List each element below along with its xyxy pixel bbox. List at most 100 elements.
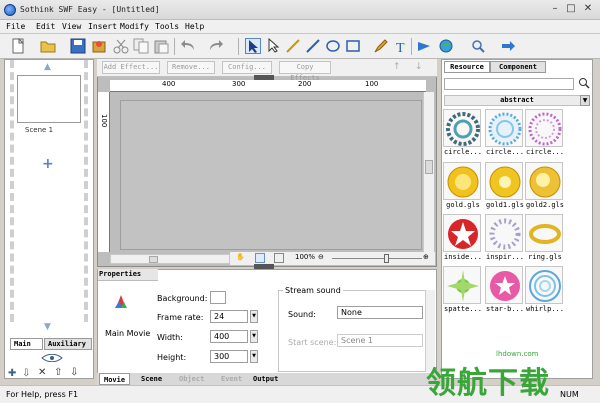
resource-item[interactable]: gold1.gls	[485, 162, 525, 214]
resource-item[interactable]: gold.gls	[443, 162, 483, 214]
show-all-icon[interactable]	[274, 253, 284, 263]
zoom-slider-thumb[interactable]	[384, 254, 389, 263]
resource-item[interactable]: inspir...	[485, 214, 525, 266]
scene-thumbnail[interactable]	[17, 75, 81, 123]
width-input[interactable]: 400	[210, 330, 248, 343]
height-input[interactable]: 300	[210, 350, 248, 363]
resource-item[interactable]: gold2.gls	[525, 162, 565, 214]
globe-icon[interactable]	[438, 38, 454, 54]
menu-modify[interactable]: Modify	[120, 22, 149, 31]
redo-icon[interactable]	[208, 38, 224, 54]
scroll-down-icon[interactable]: ▼	[44, 322, 51, 332]
menu-insert[interactable]: Insert	[88, 22, 117, 31]
framerate-input[interactable]: 24	[210, 310, 248, 323]
menu-help[interactable]: Help	[185, 22, 204, 31]
resource-label: star-b...	[486, 305, 524, 313]
publish-icon[interactable]	[91, 38, 107, 54]
vertical-scrollbar[interactable]	[423, 92, 434, 254]
maximize-button[interactable]: □	[564, 3, 578, 16]
menu-tools[interactable]: Tools	[155, 22, 179, 31]
horizontal-ruler: 400 300 200 100	[110, 80, 426, 92]
config-button[interactable]: Config...	[222, 61, 272, 74]
search-input[interactable]	[444, 78, 574, 90]
move-down-icon[interactable]: ⇩	[70, 367, 78, 378]
stage[interactable]	[120, 100, 422, 250]
tab-component[interactable]: Component	[490, 61, 546, 73]
framerate-spinner[interactable]: ▼	[250, 310, 258, 323]
gold-resource-icon	[485, 162, 523, 200]
tab-movie[interactable]: Movie	[99, 373, 131, 385]
resource-item[interactable]: spatte...	[443, 266, 483, 318]
zoom-out-icon[interactable]: ⊖	[318, 253, 324, 261]
resource-label: whirlp...	[526, 305, 564, 313]
effect-up-icon[interactable]: ↑	[393, 62, 401, 72]
line-tool-icon[interactable]	[285, 38, 301, 54]
resource-item[interactable]: circle...	[485, 109, 525, 161]
move-up-icon[interactable]: ⇧	[54, 367, 62, 378]
category-dropdown-icon[interactable]: ▼	[580, 95, 590, 106]
tab-event[interactable]: Event	[217, 373, 246, 385]
text-tool-icon[interactable]: T	[393, 38, 409, 56]
subselect-icon[interactable]	[266, 37, 282, 54]
effect-down-icon[interactable]: ↓	[415, 62, 423, 72]
tab-main[interactable]: Main	[10, 338, 43, 350]
sound-dropdown[interactable]: None	[337, 306, 423, 319]
add-icon[interactable]: ✚	[8, 368, 16, 379]
zoom-in-icon[interactable]: ⊕	[423, 253, 429, 261]
resource-item[interactable]: star-b...	[485, 266, 525, 318]
background-color-picker[interactable]	[210, 291, 226, 304]
resource-label: ring.gls	[528, 253, 562, 261]
menu-file[interactable]: File	[6, 22, 25, 31]
resource-label: inspir...	[486, 253, 524, 261]
new-file-icon[interactable]	[10, 37, 26, 54]
resource-item[interactable]: circle...	[443, 109, 483, 161]
menu-view[interactable]: View	[62, 22, 81, 31]
hand-tool-icon[interactable]: ✋	[236, 253, 245, 261]
search-tool-icon[interactable]	[470, 38, 486, 54]
horizontal-scrollbar[interactable]	[110, 254, 230, 264]
fit-view-icon[interactable]	[255, 253, 265, 263]
tab-scene[interactable]: Scene	[137, 373, 166, 385]
tab-resource[interactable]: Resource	[444, 61, 490, 73]
undo-icon[interactable]	[180, 38, 196, 54]
resource-label: gold1.gls	[486, 201, 524, 209]
flag-tool-icon[interactable]	[416, 38, 432, 54]
scroll-up-icon[interactable]: ▲	[44, 62, 51, 72]
start-scene-dropdown[interactable]: Scene 1	[337, 334, 423, 347]
tab-output[interactable]: Output	[249, 373, 282, 385]
copy-icon[interactable]	[133, 38, 149, 54]
resource-item[interactable]: inside...	[443, 214, 483, 266]
width-spinner[interactable]: ▼	[250, 330, 258, 343]
rectangle-tool-icon[interactable]	[345, 38, 361, 54]
delete-icon[interactable]: ✕	[38, 367, 46, 378]
tab-auxiliary[interactable]: Auxiliary	[44, 338, 92, 350]
visibility-eye-icon[interactable]	[40, 353, 64, 363]
spatter-resource-icon	[443, 266, 481, 304]
open-icon[interactable]	[40, 38, 56, 54]
line-blue-icon[interactable]	[305, 38, 321, 54]
remove-button[interactable]: Remove...	[167, 61, 215, 74]
tab-object[interactable]: Object	[175, 373, 208, 385]
add-scene-icon[interactable]: +	[42, 156, 54, 172]
import-icon[interactable]: ⇩	[22, 368, 30, 379]
resource-item[interactable]: circle...	[525, 109, 565, 161]
paste-icon[interactable]	[153, 38, 169, 54]
select-arrow-icon[interactable]	[245, 38, 261, 54]
save-icon[interactable]	[70, 38, 86, 54]
zoom-slider[interactable]	[332, 258, 422, 259]
cut-icon[interactable]	[113, 38, 129, 54]
resource-item[interactable]: ring.gls	[525, 214, 565, 266]
height-spinner[interactable]: ▼	[250, 350, 258, 363]
add-effect-button[interactable]: Add Effect...	[102, 61, 160, 74]
ellipse-tool-icon[interactable]	[325, 38, 341, 54]
export-arrow-icon[interactable]	[500, 38, 516, 54]
pen-tool-icon[interactable]	[373, 38, 389, 54]
search-icon[interactable]	[578, 77, 590, 89]
resource-item[interactable]: whirlp...	[525, 266, 565, 318]
background-label: Background:	[157, 294, 208, 303]
minimize-button[interactable]: –	[548, 3, 562, 16]
menu-edit[interactable]: Edit	[36, 22, 55, 31]
close-button[interactable]: ✕	[581, 3, 595, 16]
category-header[interactable]: abstract	[444, 95, 590, 106]
copy-effects-button[interactable]: Copy Effects	[279, 61, 331, 82]
